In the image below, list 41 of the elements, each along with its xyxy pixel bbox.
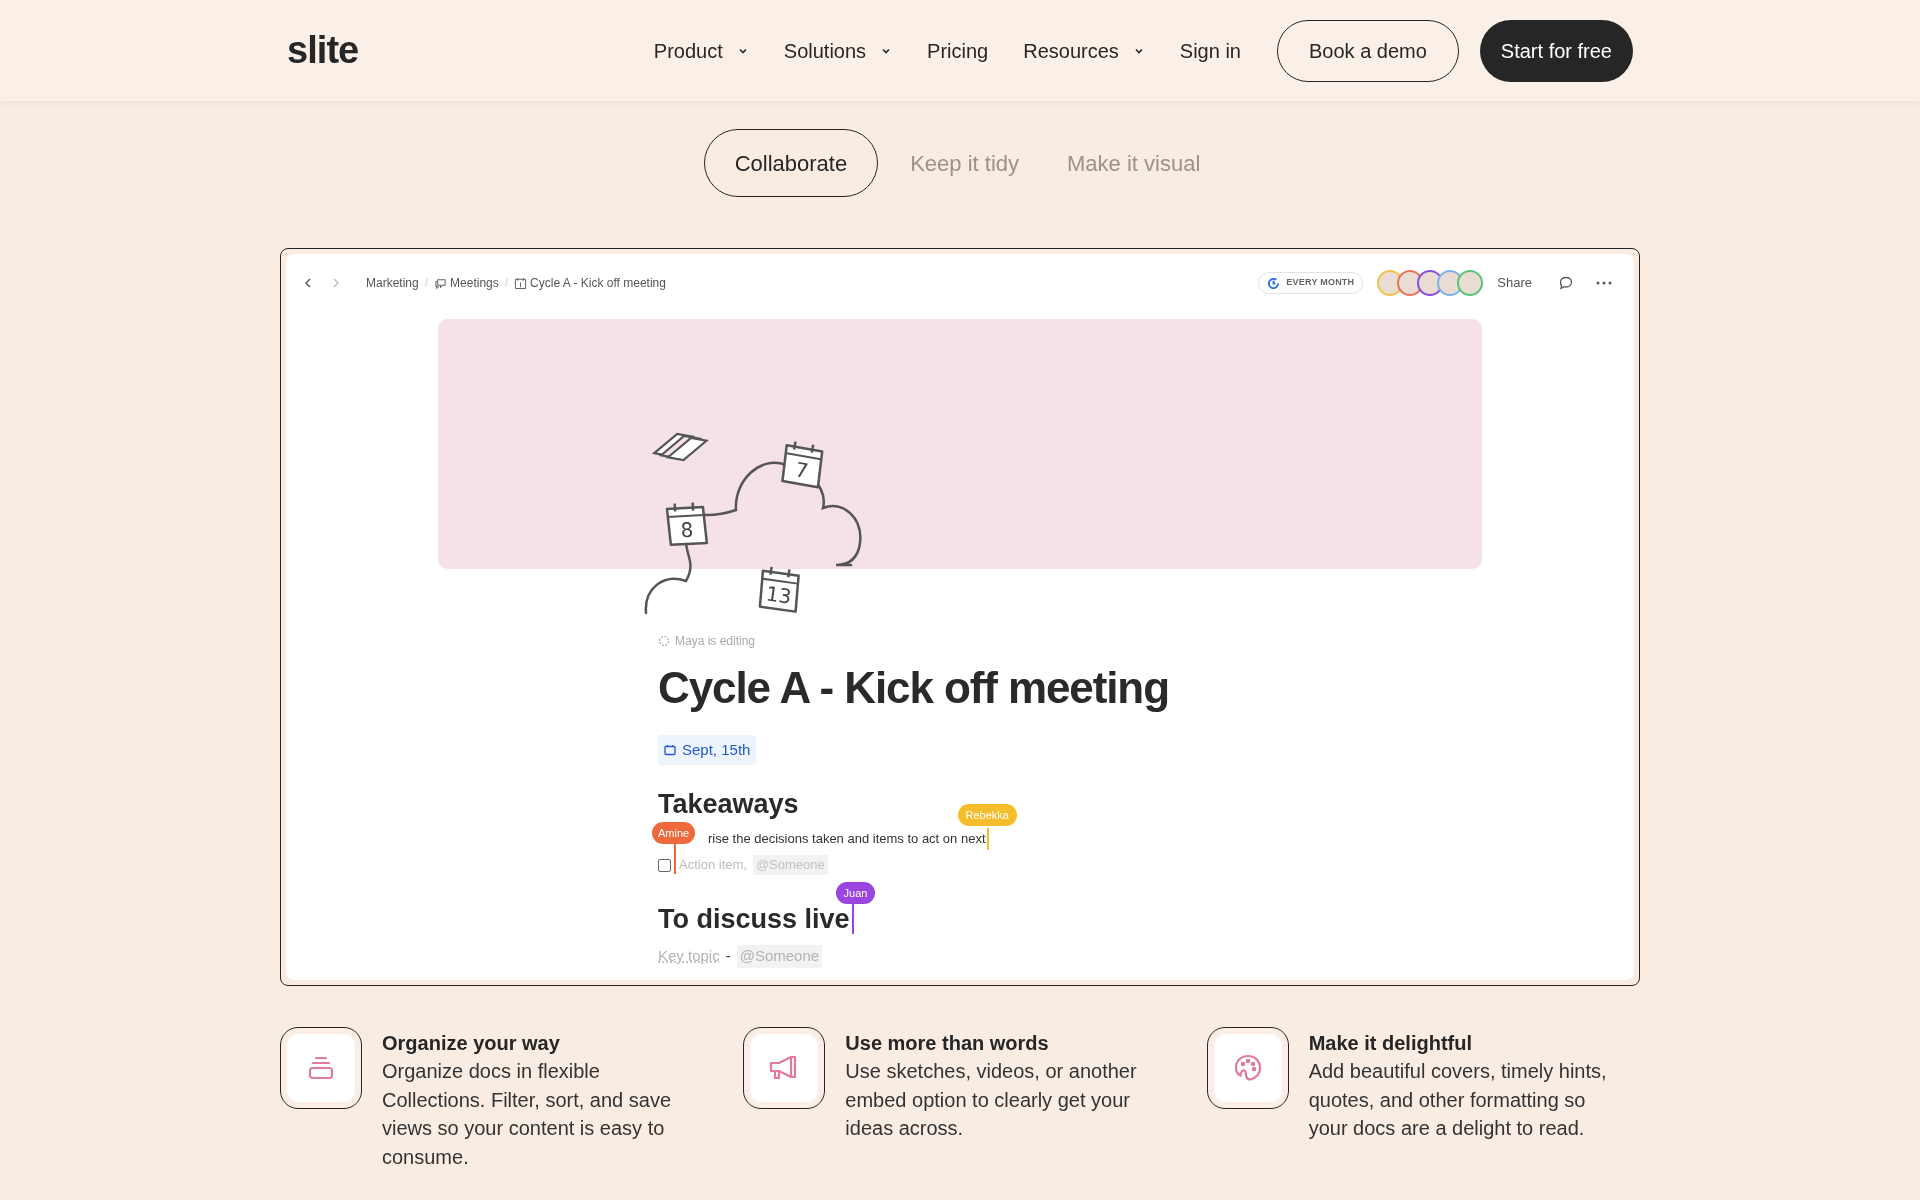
- calendar-icon: [514, 276, 528, 290]
- cursor-line: [674, 844, 676, 874]
- share-button[interactable]: Share: [1497, 273, 1532, 293]
- separator-text: -: [725, 946, 731, 966]
- chat-icon: [434, 276, 448, 290]
- feature-title: Make it delightful: [1308, 1031, 1473, 1056]
- loading-spinner-icon: [658, 635, 670, 647]
- more-options-icon[interactable]: [1596, 281, 1612, 285]
- feature-description: Add beautiful covers, timely hints, quotes, and other formatting so your docs are a delight to read.: [1308, 1059, 1608, 1141]
- cursor-line: [851, 904, 854, 934]
- collaborator-cursor: Juan: [835, 882, 876, 904]
- nav-link[interactable]: Solutions: [783, 35, 893, 66]
- breadcrumb-separator: /: [424, 275, 429, 292]
- refresh-clock-icon: [1267, 276, 1281, 290]
- section-heading: Takeaways: [658, 791, 799, 818]
- nav-link[interactable]: Resources: [1023, 35, 1145, 66]
- slite-logo[interactable]: slite: [287, 22, 359, 79]
- feature-title: Organize your way: [382, 1031, 561, 1056]
- breadcrumb-link[interactable]: Meetings: [434, 274, 499, 292]
- checkbox[interactable]: [658, 858, 671, 872]
- calendar-cloud-drawing: 7 8 13: [636, 388, 916, 618]
- nav-link[interactable]: Pricing: [927, 35, 989, 66]
- section-heading: To discuss live: [658, 906, 850, 933]
- feature-title: Use more than words: [845, 1031, 1050, 1056]
- breadcrumb-separator: /: [504, 275, 509, 292]
- collaborator-cursor: Rebekka: [957, 804, 1017, 826]
- breadcrumb-link[interactable]: Marketing: [366, 274, 419, 292]
- start-free-button[interactable]: Start for free: [1479, 19, 1633, 82]
- nav-link[interactable]: Product: [653, 35, 749, 66]
- feature-description: Organize docs in flexible Collections. Filter, sort, and save views so your content is easy to consume.: [382, 1059, 672, 1170]
- editing-status: Maya is editing: [675, 633, 756, 650]
- collaborator-cursor: Amine: [652, 822, 696, 844]
- comment-icon[interactable]: [1558, 275, 1574, 291]
- paragraph-text: rise the decisions taken and items to act on next: [708, 830, 986, 849]
- document-title: Cycle A - Kick off meeting: [658, 666, 1170, 710]
- nav-link[interactable]: Sign in: [1179, 35, 1241, 66]
- breadcrumb-link[interactable]: Cycle A - Kick off meeting: [514, 274, 666, 292]
- feature-description: Use sketches, videos, or another embed option to clearly get your ideas across.: [845, 1059, 1138, 1141]
- date-tag[interactable]: Sept, 15th: [658, 735, 757, 765]
- calendar-icon: [664, 744, 676, 756]
- cursor-line: [986, 828, 989, 850]
